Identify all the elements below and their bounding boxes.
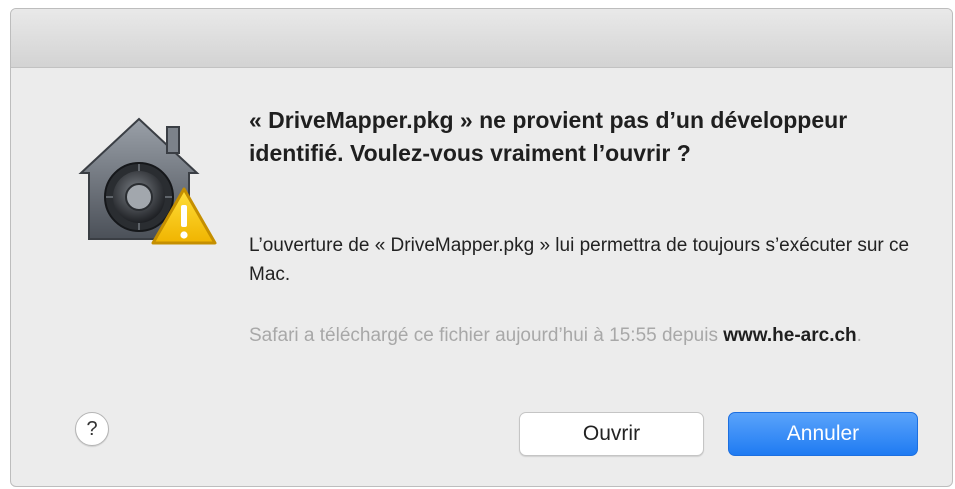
gatekeeper-security-icon [71,101,221,251]
dialog-titlebar [11,9,952,68]
warning-triangle-icon [151,187,217,245]
help-button[interactable]: ? [75,412,109,446]
download-info: Safari a téléchargé ce fichier aujourd’h… [249,321,929,350]
alert-headline: « DriveMapper.pkg » ne provient pas d’un… [249,107,848,166]
download-info-suffix: . [856,325,862,346]
alert-message: L’ouverture de « DriveMapper.pkg » lui p… [249,235,910,285]
security-alert-dialog: « DriveMapper.pkg » ne provient pas d’un… [10,8,953,487]
open-button[interactable]: Ouvrir [519,412,704,456]
download-info-prefix: Safari a téléchargé ce fichier aujourd’h… [249,325,724,346]
cancel-button[interactable]: Annuler [728,412,918,456]
download-source-host: www.he-arc.ch [723,325,857,346]
